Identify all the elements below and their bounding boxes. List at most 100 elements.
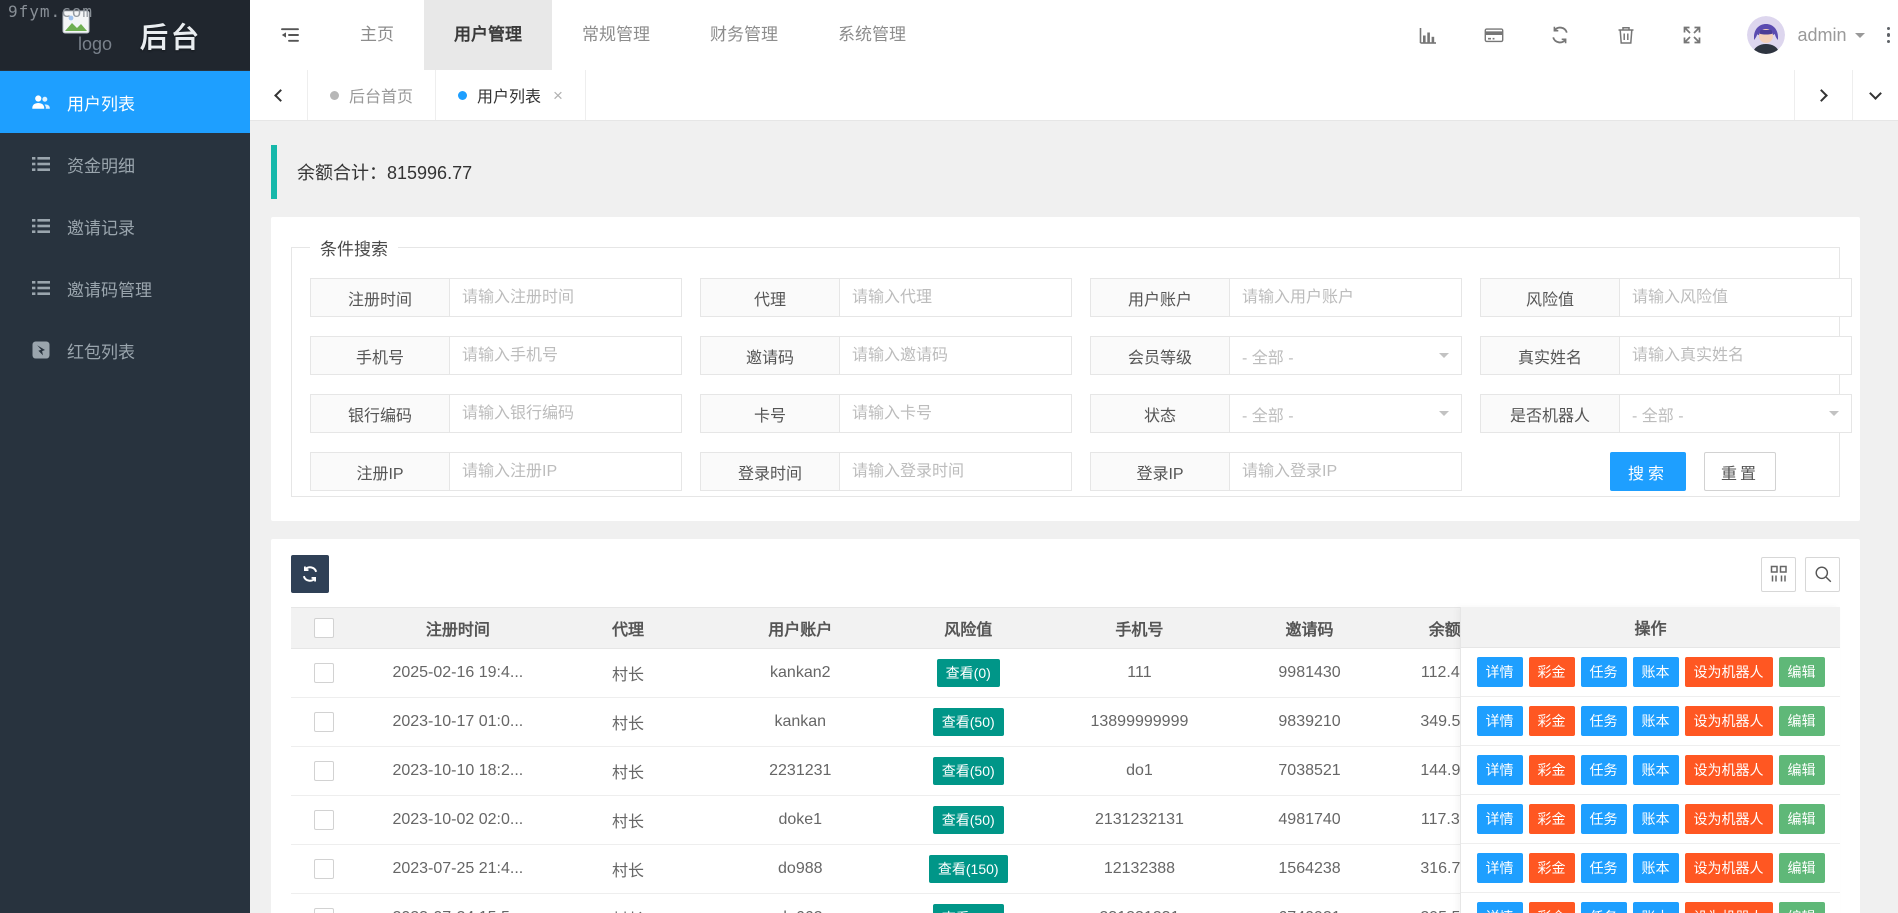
row-checkbox[interactable] [313, 761, 334, 781]
menu-system-management[interactable]: 系统管理 [808, 0, 936, 70]
detail-button[interactable]: 详情 [1476, 706, 1523, 736]
risk-view-badge[interactable]: 查看(0) [936, 659, 1000, 687]
row-checkbox[interactable] [313, 859, 334, 879]
is-robot-select[interactable]: - 全部 - [1620, 394, 1852, 433]
user-account-input[interactable] [1230, 278, 1462, 317]
fullscreen-icon[interactable] [1681, 24, 1703, 46]
risk-view-badge[interactable]: 查看(50) [932, 757, 1004, 785]
bonus-button[interactable]: 彩金 [1528, 706, 1575, 736]
risk-view-badge[interactable]: 查看(50) [932, 904, 1004, 913]
edit-button[interactable]: 编辑 [1778, 706, 1825, 736]
detail-button[interactable]: 详情 [1476, 853, 1523, 883]
cell-invite-code: 1564238 [1246, 844, 1373, 894]
detail-button[interactable]: 详情 [1476, 657, 1523, 687]
caret-down-icon[interactable] [1854, 32, 1865, 43]
ledger-button[interactable]: 账本 [1632, 657, 1679, 687]
task-button[interactable]: 任务 [1580, 706, 1627, 736]
sidebar-item-red-packet[interactable]: 红包列表 [0, 319, 250, 381]
tabs-scroll-right-button[interactable] [1794, 70, 1852, 120]
edit-button[interactable]: 编辑 [1778, 902, 1825, 913]
card-number-input[interactable] [840, 394, 1072, 433]
detail-button[interactable]: 详情 [1476, 902, 1523, 913]
app-window: 9fym.com logo 后台 用户列表 资金明细 邀请记录 邀请码管理 红包… [0, 0, 1898, 913]
risk-view-badge[interactable]: 查看(50) [932, 708, 1004, 736]
ledger-button[interactable]: 账本 [1632, 902, 1679, 913]
menu-user-management[interactable]: 用户管理 [424, 0, 552, 70]
menu-finance-management[interactable]: 财务管理 [680, 0, 808, 70]
sidebar-item-fund-detail[interactable]: 资金明细 [0, 133, 250, 195]
detail-button[interactable]: 详情 [1476, 804, 1523, 834]
row-checkbox[interactable] [313, 810, 334, 830]
invite-code-input[interactable] [840, 336, 1072, 375]
row-checkbox[interactable] [313, 908, 334, 913]
bonus-button[interactable]: 彩金 [1528, 853, 1575, 883]
risk-view-badge[interactable]: 查看(50) [932, 806, 1004, 834]
edit-button[interactable]: 编辑 [1778, 853, 1825, 883]
trash-icon[interactable] [1615, 24, 1637, 46]
collapse-sidebar-button[interactable] [250, 0, 330, 70]
set-robot-button[interactable]: 设为机器人 [1684, 657, 1773, 687]
edit-button[interactable]: 编辑 [1778, 657, 1825, 687]
tabs-menu-button[interactable] [1852, 70, 1898, 120]
bonus-button[interactable]: 彩金 [1528, 804, 1575, 834]
task-button[interactable]: 任务 [1580, 853, 1627, 883]
task-button[interactable]: 任务 [1580, 755, 1627, 785]
bar-chart-icon[interactable] [1417, 24, 1439, 46]
bonus-button[interactable]: 彩金 [1528, 657, 1575, 687]
edit-button[interactable]: 编辑 [1778, 804, 1825, 834]
phone-input[interactable] [450, 336, 682, 375]
sidebar-item-invite-record[interactable]: 邀请记录 [0, 195, 250, 257]
detail-button[interactable]: 详情 [1476, 755, 1523, 785]
sidebar-item-invite-code[interactable]: 邀请码管理 [0, 257, 250, 319]
edit-button[interactable]: 编辑 [1778, 755, 1825, 785]
set-robot-button[interactable]: 设为机器人 [1684, 755, 1773, 785]
ledger-button[interactable]: 账本 [1632, 804, 1679, 834]
set-robot-button[interactable]: 设为机器人 [1684, 902, 1773, 913]
reset-button[interactable]: 重置 [1704, 452, 1777, 491]
table-refresh-button[interactable] [291, 555, 329, 593]
search-button[interactable]: 搜索 [1610, 452, 1687, 491]
ledger-button[interactable]: 账本 [1632, 755, 1679, 785]
login-ip-input[interactable] [1230, 452, 1462, 491]
tabs-scroll-left-button[interactable] [250, 70, 308, 120]
field-risk-value: 风险值 [1480, 278, 1852, 317]
tab-home[interactable]: 后台首页 [308, 70, 437, 120]
table-search-button[interactable] [1805, 556, 1840, 592]
avatar[interactable] [1747, 16, 1786, 54]
columns-toggle-button[interactable] [1761, 556, 1796, 592]
cell-reg-time: 2023-10-17 01:0... [356, 697, 560, 747]
agent-input[interactable] [840, 278, 1072, 317]
ledger-button[interactable]: 账本 [1632, 706, 1679, 736]
menu-general-management[interactable]: 常规管理 [552, 0, 680, 70]
refresh-icon[interactable] [1549, 24, 1571, 46]
bonus-button[interactable]: 彩金 [1528, 755, 1575, 785]
ledger-button[interactable]: 账本 [1632, 853, 1679, 883]
set-robot-button[interactable]: 设为机器人 [1684, 853, 1773, 883]
set-robot-button[interactable]: 设为机器人 [1684, 706, 1773, 736]
reg-time-input[interactable] [450, 278, 682, 317]
reg-ip-input[interactable] [450, 452, 682, 491]
task-button[interactable]: 任务 [1580, 902, 1627, 913]
status-select[interactable]: - 全部 - [1230, 394, 1462, 433]
bonus-button[interactable]: 彩金 [1528, 902, 1575, 913]
admin-username[interactable]: admin [1797, 25, 1846, 46]
field-label: 注册时间 [310, 278, 450, 317]
member-level-select[interactable]: - 全部 - [1230, 336, 1462, 375]
close-icon[interactable]: × [553, 87, 563, 104]
sidebar-item-user-list[interactable]: 用户列表 [0, 71, 250, 133]
menu-home[interactable]: 主页 [330, 0, 424, 70]
task-button[interactable]: 任务 [1580, 804, 1627, 834]
bank-code-input[interactable] [450, 394, 682, 433]
tab-user-list[interactable]: 用户列表 × [436, 70, 586, 120]
more-vertical-icon[interactable] [1886, 26, 1890, 44]
credit-card-icon[interactable] [1483, 24, 1505, 46]
risk-view-badge[interactable]: 查看(150) [928, 855, 1008, 883]
risk-value-input[interactable] [1620, 278, 1852, 317]
select-all-checkbox[interactable] [313, 618, 334, 638]
real-name-input[interactable] [1620, 336, 1852, 375]
row-checkbox[interactable] [313, 663, 334, 683]
row-checkbox[interactable] [313, 712, 334, 732]
task-button[interactable]: 任务 [1580, 657, 1627, 687]
set-robot-button[interactable]: 设为机器人 [1684, 804, 1773, 834]
login-time-input[interactable] [840, 452, 1072, 491]
